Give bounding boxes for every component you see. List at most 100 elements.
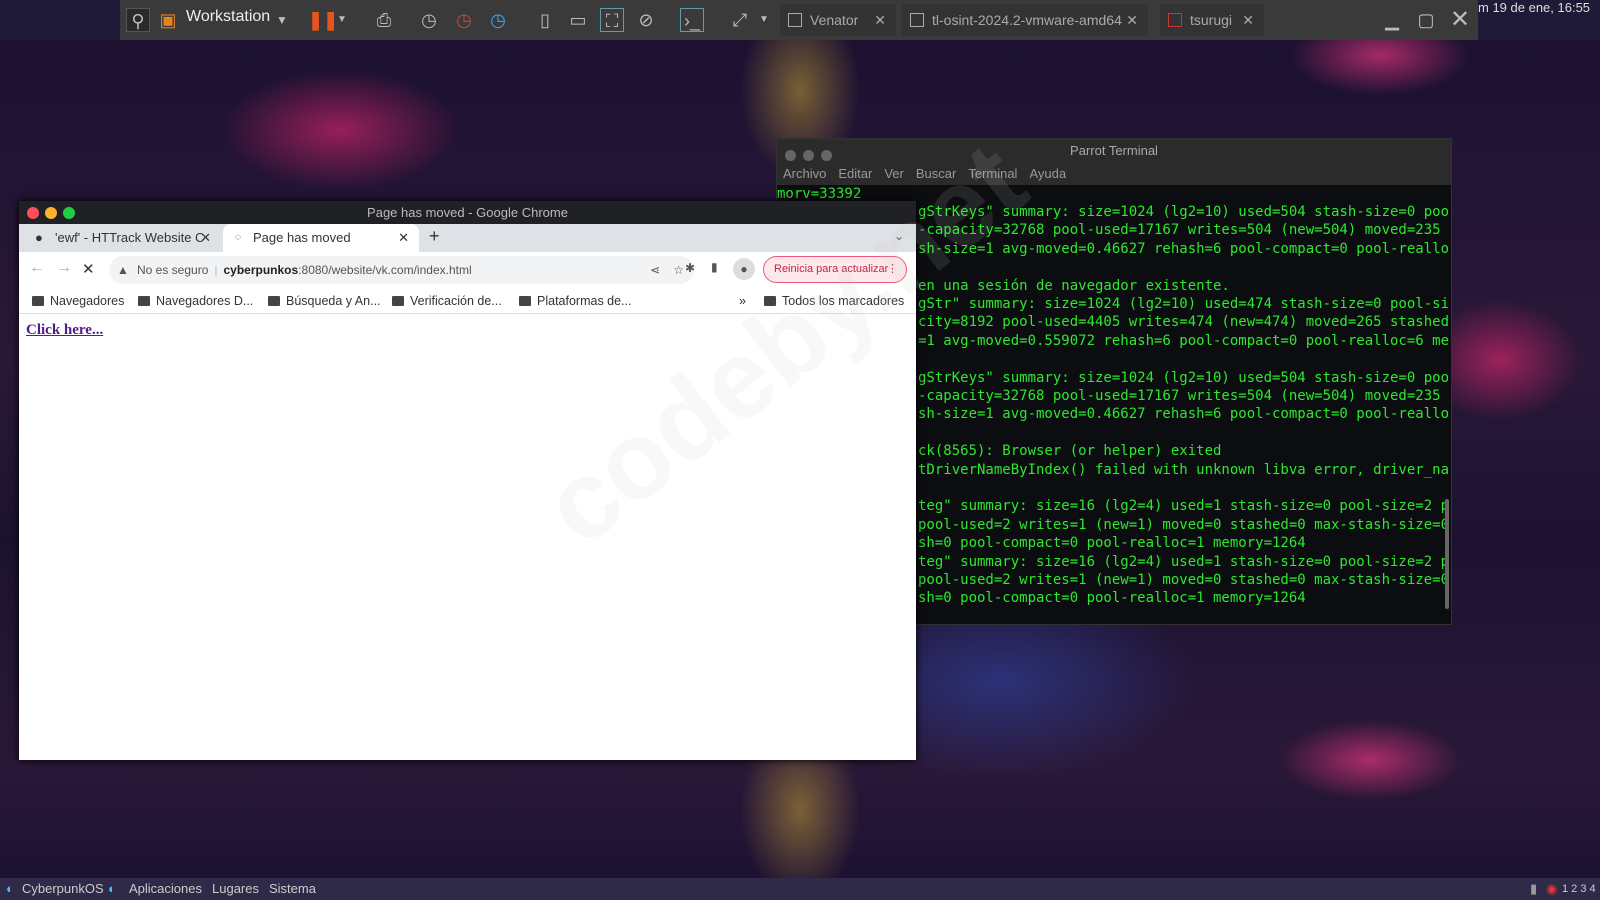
thumbnail-icon[interactable]: ▭ bbox=[566, 8, 590, 32]
bookmark-folder[interactable]: Plataformas de... bbox=[519, 288, 632, 314]
terminal-line: ck(8565): Browser (or helper) exited bbox=[918, 443, 1222, 460]
terminal-line: teg" summary: size=16 (lg2=4) used=1 sta… bbox=[918, 498, 1450, 515]
profile-avatar[interactable]: ● bbox=[733, 258, 755, 280]
minimize-icon[interactable] bbox=[45, 207, 57, 219]
more-icon: ⋮ bbox=[887, 263, 898, 275]
stop-icon[interactable]: ✕ bbox=[82, 260, 95, 278]
close-icon[interactable]: ✕ bbox=[874, 4, 886, 36]
vmware-menu[interactable]: Workstation bbox=[186, 8, 270, 26]
stretch-icon[interactable]: ⤢ bbox=[728, 8, 752, 32]
vmware-toolbar: ⚲ ▣ Workstation ▼ ❚❚ ▼ ⎙ ◷ ◷ ◷ ▯ ▭ ⛶ ⊘ ›… bbox=[0, 0, 1600, 40]
chevron-down-icon[interactable]: ▼ bbox=[752, 8, 776, 32]
all-bookmarks[interactable]: Todos los marcadores bbox=[764, 288, 904, 314]
unity-icon[interactable]: ⊘ bbox=[634, 8, 658, 32]
taskbar-menu-cyberpunkos[interactable]: CyberpunkOS bbox=[22, 878, 104, 900]
vm-tab-tl-osint[interactable]: tl-osint-2024.2-vmware-amd64 ✕ bbox=[902, 4, 1148, 36]
vm-tab-venator[interactable]: Venator ✕ bbox=[780, 4, 896, 36]
fullscreen-icon[interactable]: ⛶ bbox=[600, 8, 624, 32]
update-button[interactable]: Reinicia para actualizar ⋮ bbox=[763, 256, 907, 283]
minimize-icon[interactable] bbox=[803, 150, 814, 161]
maximize-icon[interactable] bbox=[821, 150, 832, 161]
vm-icon bbox=[910, 13, 924, 27]
console-icon[interactable]: ›_ bbox=[680, 8, 704, 32]
forward-icon[interactable]: → bbox=[56, 259, 72, 277]
extensions-icon[interactable]: ✱ bbox=[685, 261, 695, 275]
bookmarks-overflow[interactable]: » bbox=[739, 288, 746, 314]
share-icon[interactable]: ⋖ bbox=[650, 256, 660, 284]
trash-icon[interactable]: ▮ bbox=[1530, 878, 1537, 900]
snapshot-manager-icon[interactable]: ◷ bbox=[486, 8, 510, 32]
star-icon[interactable]: ☆ bbox=[673, 256, 684, 284]
snapshot-icon[interactable]: ◷ bbox=[417, 8, 441, 32]
menu-terminal[interactable]: Terminal bbox=[968, 166, 1017, 181]
pin-icon[interactable]: ⚲ bbox=[126, 8, 150, 32]
globe-icon: ● bbox=[35, 230, 43, 245]
close-icon[interactable]: ✕ bbox=[1126, 4, 1138, 36]
side-panel-icon[interactable]: ▮ bbox=[711, 260, 718, 274]
chrome-icon[interactable]: ◉ bbox=[1546, 878, 1557, 900]
terminal-scrollbar[interactable] bbox=[1445, 499, 1449, 609]
bookmark-folder[interactable]: Verificación de... bbox=[392, 288, 502, 314]
close-icon[interactable] bbox=[27, 207, 39, 219]
workspace-switcher[interactable]: 1 2 3 4 bbox=[1562, 878, 1596, 900]
terminal-menubar: Archivo Editar Ver Buscar Terminal Ayuda bbox=[777, 163, 1451, 185]
terminal-line: teg" summary: size=16 (lg2=4) used=1 sta… bbox=[918, 553, 1450, 570]
new-tab-button[interactable]: + bbox=[429, 226, 440, 247]
terminal-line: tDriverNameByIndex() failed with unknown… bbox=[918, 461, 1450, 478]
taskbar-menu-aplicaciones[interactable]: Aplicaciones bbox=[129, 878, 202, 900]
tab-httrack[interactable]: ●'ewf' - HTTrack Website C ✕ bbox=[25, 224, 221, 252]
terminal-titlebar: Parrot Terminal bbox=[777, 139, 1451, 163]
taskbar-menu-lugares[interactable]: Lugares bbox=[212, 878, 259, 900]
sidebar-icon[interactable]: ▯ bbox=[533, 8, 557, 32]
chrome-toolbar: ← → ✕ ▲ No es seguro | cyberpunkos:8080/we… bbox=[19, 252, 916, 288]
terminal-line: pool-used=2 writes=1 (new=1) moved=0 sta… bbox=[918, 572, 1450, 588]
chrome-titlebar: Page has moved - Google Chrome bbox=[19, 201, 916, 224]
menu-ver[interactable]: Ver bbox=[884, 166, 904, 181]
terminal-line: -capacity=32768 pool-used=17167 writes=5… bbox=[918, 388, 1441, 404]
bookmarks-bar: Navegadores Navegadores D... Búsqueda y … bbox=[19, 288, 916, 314]
back-icon[interactable]: ← bbox=[29, 259, 45, 277]
vm-tab-tsurugi[interactable]: tsurugi ✕ bbox=[1160, 4, 1264, 36]
vm-paused-icon bbox=[1168, 13, 1182, 27]
click-here-link[interactable]: Click here... bbox=[26, 322, 103, 339]
bookmark-folder[interactable]: Navegadores D... bbox=[138, 288, 253, 314]
vm-icon bbox=[788, 13, 802, 27]
clock[interactable]: m 19 de ene, 16:55 bbox=[1478, 0, 1600, 40]
terminal-line: sh=0 pool-compact=0 pool-realloc=1 memor… bbox=[918, 535, 1306, 552]
chevron-down-icon[interactable]: ▼ bbox=[270, 8, 294, 32]
close-icon[interactable]: ✕ bbox=[1448, 8, 1472, 32]
bookmark-folder[interactable]: Navegadores bbox=[32, 288, 124, 314]
menu-editar[interactable]: Editar bbox=[838, 166, 872, 181]
address-bar[interactable]: ▲ No es seguro | cyberpunkos:8080/website/… bbox=[109, 256, 694, 284]
close-icon[interactable] bbox=[785, 150, 796, 161]
revert-snapshot-icon[interactable]: ◷ bbox=[452, 8, 476, 32]
terminal-line: sh=0 pool-compact=0 pool-realloc=1 memor… bbox=[918, 590, 1306, 607]
chrome-window: Page has moved - Google Chrome ●'ewf' - … bbox=[19, 201, 916, 760]
terminal-line: city=8192 pool-used=4405 writes=474 (new… bbox=[918, 314, 1450, 331]
restore-icon[interactable]: ▢ bbox=[1414, 8, 1438, 32]
terminal-line: gStrKeys" summary: size=1024 (lg2=10) us… bbox=[918, 369, 1450, 386]
vmware-logo-icon: ▣ bbox=[159, 10, 177, 30]
terminal-line: pool-used=2 writes=1 (new=1) moved=0 sta… bbox=[918, 516, 1450, 533]
tab-strip: ●'ewf' - HTTrack Website C ✕ ◌ Page has mo… bbox=[19, 224, 916, 252]
apps-icon: ◐ bbox=[108, 881, 116, 896]
tab-search-icon[interactable]: ⌄ bbox=[894, 229, 904, 243]
cyberpunkos-icon: ◐ bbox=[6, 881, 14, 896]
menu-ayuda[interactable]: Ayuda bbox=[1029, 166, 1066, 181]
menu-buscar[interactable]: Buscar bbox=[916, 166, 956, 181]
minimize-icon[interactable]: ▁ bbox=[1380, 8, 1404, 32]
panel-launchers bbox=[0, 0, 120, 40]
terminal-line: =1 avg-moved=0.559072 rehash=6 pool-comp… bbox=[918, 332, 1450, 349]
close-icon[interactable]: ✕ bbox=[1242, 4, 1254, 36]
chevron-down-icon[interactable]: ▼ bbox=[330, 8, 354, 32]
send-keys-icon[interactable]: ⎙ bbox=[372, 8, 396, 32]
close-icon[interactable]: ✕ bbox=[398, 224, 409, 252]
close-icon[interactable]: ✕ bbox=[200, 224, 211, 252]
maximize-icon[interactable] bbox=[63, 207, 75, 219]
pause-icon[interactable]: ❚❚ bbox=[308, 8, 338, 32]
terminal-line: sh-size=1 avg-moved=0.46627 rehash=6 poo… bbox=[918, 406, 1450, 423]
bookmark-folder[interactable]: Búsqueda y An... bbox=[268, 288, 381, 314]
terminal-line: en una sesión de navegador existente. bbox=[918, 277, 1230, 294]
tab-page-has-moved[interactable]: ◌ Page has moved ✕ bbox=[223, 224, 419, 252]
taskbar-menu-sistema[interactable]: Sistema bbox=[269, 878, 316, 900]
